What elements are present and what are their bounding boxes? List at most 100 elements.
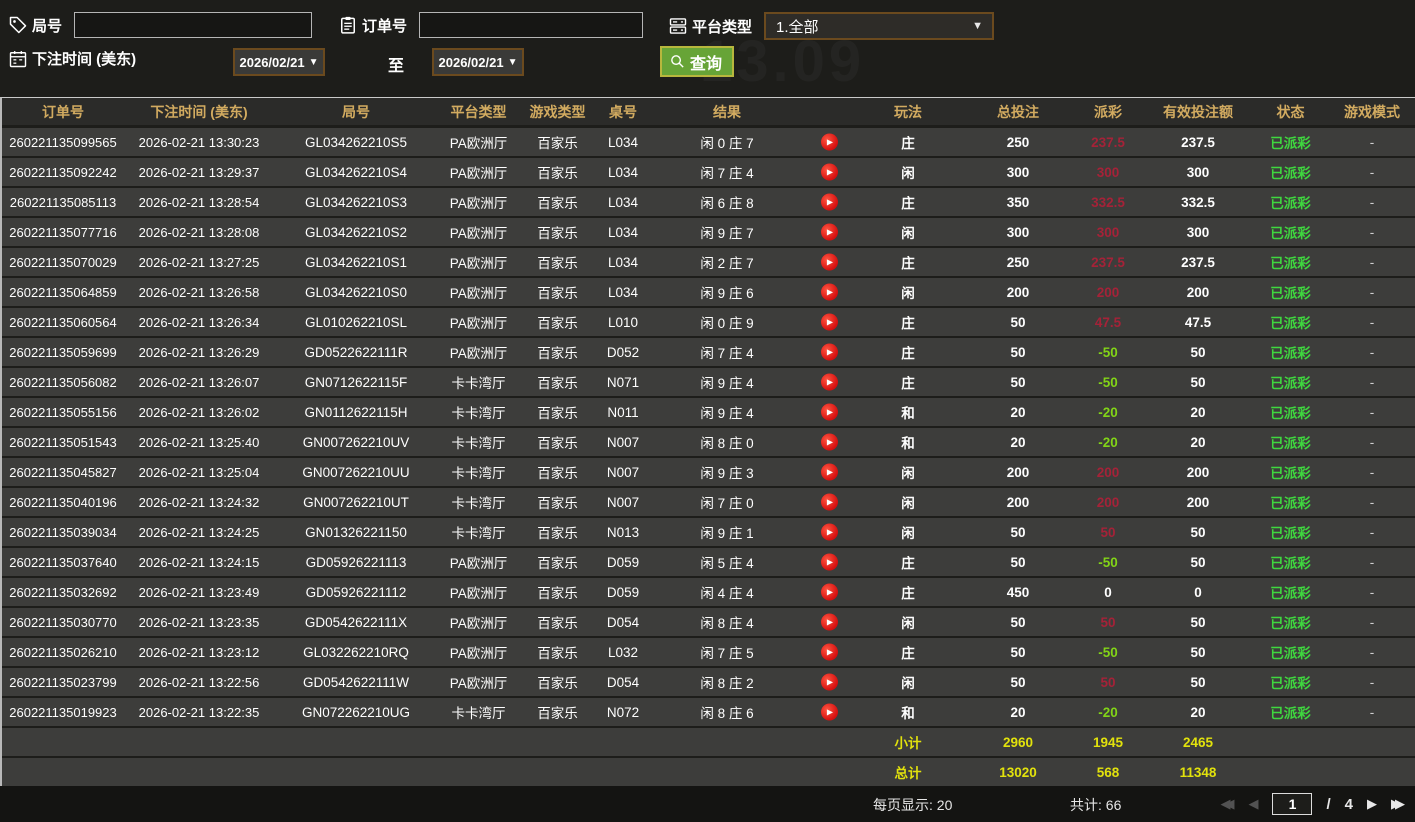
order-input[interactable] [419,12,644,38]
play-video-button[interactable]: ▶ [821,673,838,691]
game-type-cell: 百家乐 [537,556,578,571]
date-from-picker[interactable]: 2026/02/21 ▼ [233,48,325,76]
bet-time-filter: 下注时间 (美东) [8,48,136,69]
subtotal-row: 小计 2960 1945 2465 [2,728,1415,756]
round-id-cell: GN007262210UV [302,434,410,450]
game-mode-cell: - [1369,674,1375,690]
game-mode-cell: - [1369,524,1375,540]
total-bet-cell: 250 [1006,134,1030,150]
play-icon: ▶ [826,227,834,236]
valid-bet-cell: 20 [1190,704,1206,720]
next-page-button[interactable]: ▶ [1367,796,1377,812]
order-id-cell: 260221135059699 [9,344,117,360]
play-video-button[interactable]: ▶ [821,163,838,181]
round-id-cell: GD0542622111W [302,674,410,690]
valid-bet-cell: 50 [1190,644,1206,660]
payout-cell: 200 [1096,284,1120,300]
result-text: 闲 8 庄 6 [700,706,754,721]
result-text: 闲 0 庄 7 [700,136,754,151]
result-cell: 闲 4 庄 4 ▶ [650,582,854,602]
result-text: 闲 8 庄 0 [700,436,754,451]
order-filter: 订单号 [338,12,644,38]
play-video-button[interactable]: ▶ [821,283,838,301]
round-id-cell: GL034262210S5 [304,134,408,150]
play-video-button[interactable]: ▶ [821,193,838,211]
prev-page-button[interactable]: ◀ [1248,796,1258,812]
play-video-button[interactable]: ▶ [821,523,838,541]
payout-cell: -20 [1098,704,1118,720]
table-no-cell: L034 [607,164,639,180]
round-id-cell: GD0542622111X [304,614,408,630]
date-from-value: 2026/02/21 [239,54,305,70]
table-row: 260221135039034 2026-02-21 13:24:25 GN01… [2,518,1415,546]
play-video-button[interactable]: ▶ [821,223,838,241]
play-video-button[interactable]: ▶ [821,433,838,451]
platform-select[interactable]: 1.全部 ▼ [764,12,995,40]
platform-cell: PA欧洲厅 [449,616,508,631]
play-video-button[interactable]: ▶ [821,703,838,721]
round-id-cell: GN007262210UU [302,464,410,480]
order-id-cell: 260221135092242 [9,164,117,180]
result-text: 闲 9 庄 6 [700,286,754,301]
valid-bet-cell: 200 [1186,464,1210,480]
order-id-cell: 260221135099565 [9,134,117,150]
game-type-cell: 百家乐 [537,616,578,631]
col-payout: 派彩 [1094,103,1122,120]
play-icon: ▶ [826,137,834,146]
payout-cell: 200 [1096,464,1120,480]
query-button[interactable]: 查询 [660,46,735,77]
result-cell: 闲 7 庄 5 ▶ [650,642,854,662]
table-row: 260221135085113 2026-02-21 13:28:54 GL03… [2,188,1415,216]
total-bet-cell: 350 [1006,194,1030,210]
play-icon: ▶ [826,647,834,656]
bet-option-cell: 庄 [901,196,915,211]
play-video-button[interactable]: ▶ [821,403,838,421]
total-bet-cell: 50 [1010,614,1026,630]
search-icon [669,53,686,70]
play-video-button[interactable]: ▶ [821,553,838,571]
play-video-button[interactable]: ▶ [821,133,838,151]
status-badge: 已派彩 [1270,646,1311,661]
play-video-button[interactable]: ▶ [821,463,838,481]
date-to-picker[interactable]: 2026/02/21 ▼ [432,48,524,76]
table-no-cell: N007 [606,464,640,480]
game-mode-cell: - [1369,314,1375,330]
play-video-button[interactable]: ▶ [821,343,838,361]
payout-cell: 300 [1096,164,1120,180]
page-number-input[interactable] [1272,793,1313,815]
game-type-cell: 百家乐 [537,586,578,601]
total-bet-cell: 300 [1006,164,1030,180]
round-id-cell: GD05926221113 [305,554,407,570]
round-input[interactable] [74,12,313,38]
play-video-button[interactable]: ▶ [821,643,838,661]
play-video-button[interactable]: ▶ [821,313,838,331]
platform-cell: PA欧洲厅 [449,166,508,181]
play-video-button[interactable]: ▶ [821,253,838,271]
first-page-button[interactable]: ◀◀ [1220,796,1234,812]
order-id-cell: 260221135045827 [9,464,117,480]
play-video-button[interactable]: ▶ [821,373,838,391]
valid-bet-cell: 0 [1194,584,1202,600]
bet-time-cell: 2026-02-21 13:24:25 [138,524,260,540]
game-type-cell: 百家乐 [537,256,578,271]
bet-time-cell: 2026-02-21 13:25:04 [138,464,260,480]
play-video-button[interactable]: ▶ [821,583,838,601]
total-bet-cell: 50 [1010,644,1026,660]
result-text: 闲 8 庄 4 [700,616,754,631]
play-video-button[interactable]: ▶ [821,493,838,511]
result-text: 闲 2 庄 7 [700,256,754,271]
order-label: 订单号 [362,17,408,35]
valid-bet-cell: 50 [1190,674,1206,690]
game-type-cell: 百家乐 [537,196,578,211]
bet-time-cell: 2026-02-21 13:26:34 [138,314,260,330]
last-page-button[interactable]: ▶▶ [1391,796,1405,812]
status-badge: 已派彩 [1270,706,1311,721]
table-no-cell: N007 [606,494,640,510]
result-text: 闲 7 庄 5 [700,646,754,661]
per-page-label: 每页显示: [873,797,933,813]
total-count-info: 共计: 66 [1070,795,1121,815]
order-id-cell: 260221135070029 [9,254,117,270]
status-badge: 已派彩 [1270,196,1311,211]
play-video-button[interactable]: ▶ [821,613,838,631]
play-icon: ▶ [826,347,834,356]
